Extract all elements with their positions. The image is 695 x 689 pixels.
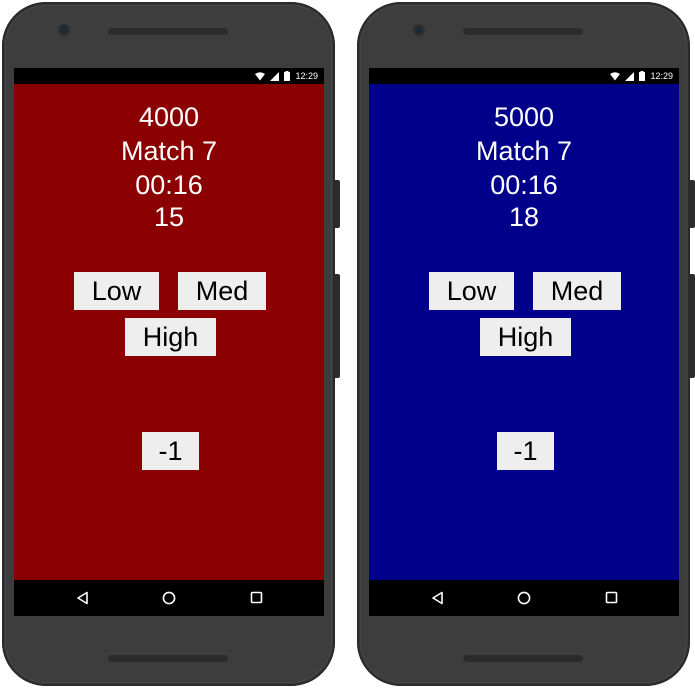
count-text: 15 — [153, 202, 185, 232]
bottom-speaker — [108, 655, 228, 662]
phone-frame-red: 12:29 4000 Match 7 00:16 15 Low Med High… — [2, 2, 340, 686]
count-text: 18 — [508, 202, 540, 232]
status-time: 12:29 — [650, 71, 673, 81]
minus-one-button[interactable]: -1 — [142, 432, 199, 470]
wifi-icon — [255, 71, 266, 80]
med-button[interactable]: Med — [178, 272, 266, 310]
earpiece-speaker — [463, 28, 583, 35]
timer-text: 00:16 — [490, 170, 558, 200]
navigation-bar — [369, 580, 679, 616]
volume-button[interactable] — [335, 274, 340, 378]
signal-icon — [270, 71, 280, 81]
med-button[interactable]: Med — [533, 272, 621, 310]
high-button[interactable]: High — [480, 318, 571, 356]
earpiece-speaker — [108, 28, 228, 35]
power-button[interactable] — [335, 180, 340, 228]
wifi-icon — [610, 71, 621, 80]
back-icon[interactable] — [76, 591, 89, 605]
recents-icon[interactable] — [605, 591, 618, 604]
status-time: 12:29 — [295, 71, 318, 81]
minus-one-button[interactable]: -1 — [497, 432, 554, 470]
recents-icon[interactable] — [250, 591, 263, 604]
screen: 12:29 5000 Match 7 00:16 18 Low Med High… — [369, 68, 679, 616]
status-bar: 12:29 — [14, 68, 324, 84]
phone-frame-blue: 12:29 5000 Match 7 00:16 18 Low Med High… — [357, 2, 695, 686]
home-icon[interactable] — [517, 591, 531, 605]
navigation-bar — [14, 580, 324, 616]
high-button[interactable]: High — [125, 318, 216, 356]
battery-icon — [284, 71, 291, 81]
app-area-blue: 5000 Match 7 00:16 18 Low Med High -1 — [369, 84, 679, 580]
power-button[interactable] — [690, 180, 695, 228]
front-camera — [60, 26, 68, 34]
timer-text: 00:16 — [135, 170, 203, 200]
app-area-red: 4000 Match 7 00:16 15 Low Med High -1 — [14, 84, 324, 580]
screen: 12:29 4000 Match 7 00:16 15 Low Med High… — [14, 68, 324, 616]
signal-icon — [625, 71, 635, 81]
score-text: 5000 — [493, 102, 555, 132]
home-icon[interactable] — [162, 591, 176, 605]
status-bar: 12:29 — [369, 68, 679, 84]
score-text: 4000 — [138, 102, 200, 132]
front-camera — [415, 26, 423, 34]
bottom-speaker — [463, 655, 583, 662]
battery-icon — [639, 71, 646, 81]
volume-button[interactable] — [690, 274, 695, 378]
back-icon[interactable] — [431, 591, 444, 605]
match-text: Match 7 — [120, 136, 218, 166]
low-button[interactable]: Low — [429, 272, 514, 310]
low-button[interactable]: Low — [74, 272, 159, 310]
match-text: Match 7 — [475, 136, 573, 166]
